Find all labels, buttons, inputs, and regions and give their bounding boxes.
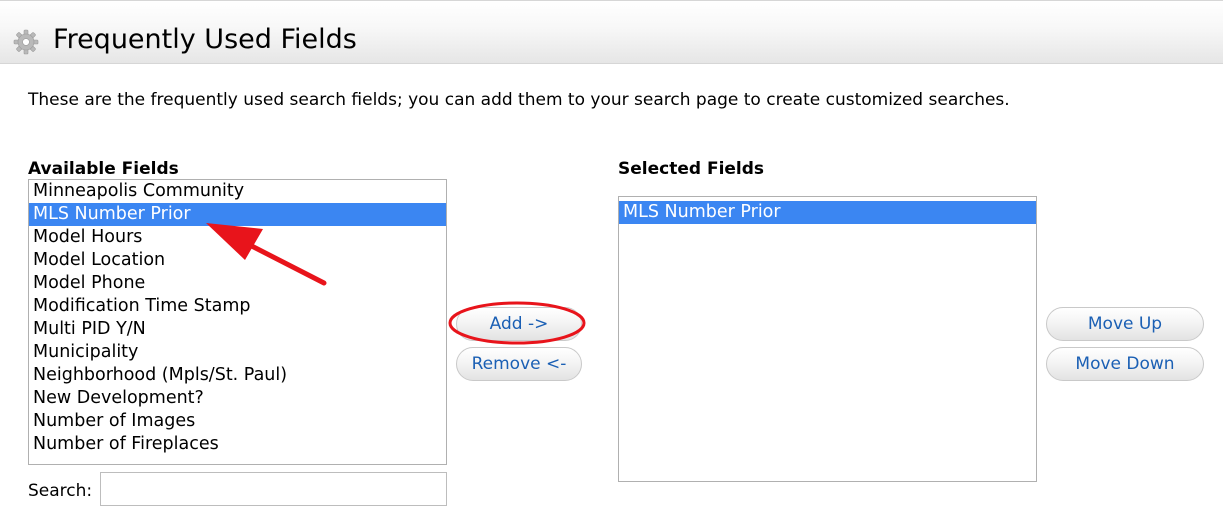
page-title: Frequently Used Fields bbox=[53, 24, 357, 55]
gear-icon bbox=[13, 29, 39, 55]
available-fields-label: Available Fields bbox=[28, 159, 179, 179]
list-item[interactable]: Number of Fireplaces bbox=[29, 433, 446, 456]
search-label: Search: bbox=[28, 481, 93, 501]
description-text: These are the frequently used search fie… bbox=[28, 90, 1010, 110]
list-item[interactable]: Municipality bbox=[29, 341, 446, 364]
section-header: Frequently Used Fields bbox=[0, 0, 1223, 64]
list-item[interactable]: Number of Images bbox=[29, 410, 446, 433]
list-item[interactable]: Model Hours bbox=[29, 226, 446, 249]
search-input[interactable] bbox=[100, 472, 447, 506]
move-down-button[interactable]: Move Down bbox=[1046, 347, 1204, 381]
add-button[interactable]: Add -> bbox=[456, 307, 582, 341]
move-up-button[interactable]: Move Up bbox=[1046, 307, 1204, 341]
list-item[interactable]: Minneapolis Community bbox=[29, 180, 446, 203]
available-fields-list[interactable]: Minneapolis Community MLS Number Prior M… bbox=[28, 179, 447, 465]
list-item[interactable]: Modification Time Stamp bbox=[29, 295, 446, 318]
list-item[interactable]: Model Phone bbox=[29, 272, 446, 295]
selected-fields-list[interactable]: MLS Number Prior bbox=[618, 196, 1037, 482]
remove-button[interactable]: Remove <- bbox=[456, 347, 582, 381]
list-item-selected[interactable]: MLS Number Prior bbox=[29, 203, 446, 226]
page: Frequently Used Fields These are the fre… bbox=[0, 0, 1223, 518]
list-item-selected[interactable]: MLS Number Prior bbox=[619, 201, 1036, 224]
list-item[interactable]: Model Location bbox=[29, 249, 446, 272]
list-item[interactable]: Multi PID Y/N bbox=[29, 318, 446, 341]
list-item[interactable]: Neighborhood (Mpls/St. Paul) bbox=[29, 364, 446, 387]
list-item[interactable]: New Development? bbox=[29, 387, 446, 410]
selected-fields-label: Selected Fields bbox=[618, 159, 765, 179]
